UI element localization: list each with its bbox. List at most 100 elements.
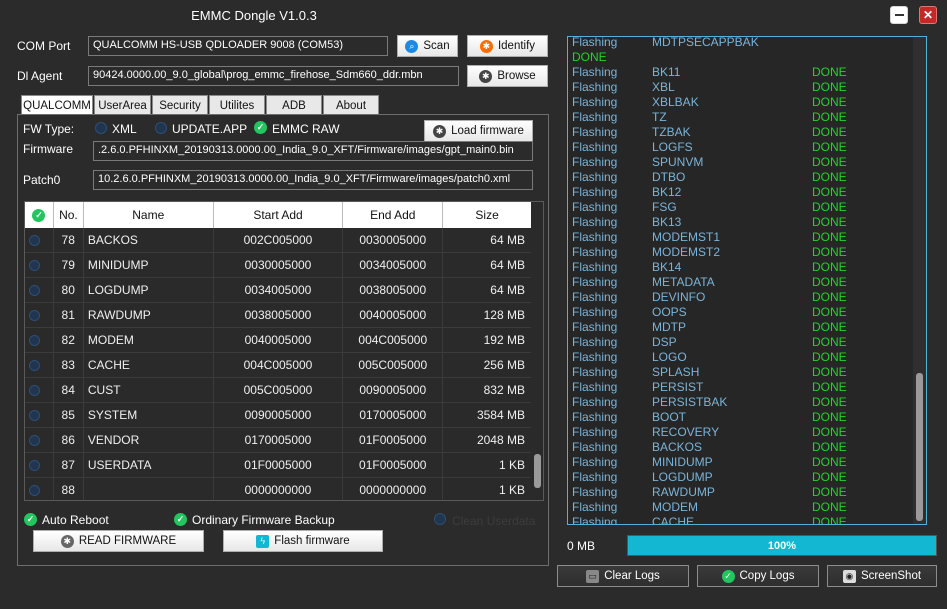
- row-checkbox[interactable]: [29, 284, 40, 296]
- browse-button[interactable]: ✱ Browse: [467, 65, 548, 87]
- window-title: EMMC Dongle V1.0.3: [191, 8, 317, 23]
- read-firmware-button[interactable]: ✱ READ FIRMWARE: [33, 530, 204, 552]
- log-text: DONE: [812, 500, 847, 514]
- flash-firmware-label: Flash firmware: [274, 535, 350, 547]
- screenshot-label: ScreenShot: [860, 570, 922, 582]
- check-icon: ✓: [721, 569, 735, 583]
- log-text: MINIDUMP: [652, 455, 713, 469]
- row-checkbox[interactable]: [29, 309, 40, 321]
- table-row[interactable]: 79 MINIDUMP 0030005000 0034005000 64 MB: [25, 252, 531, 278]
- column-no: No.: [54, 202, 84, 228]
- table-row[interactable]: 80 LOGDUMP 0034005000 0038005000 64 MB: [25, 277, 531, 303]
- log-text: DONE: [812, 170, 847, 184]
- xml-radio[interactable]: [95, 122, 107, 134]
- row-checkbox[interactable]: [29, 434, 40, 446]
- tab-security[interactable]: Security: [152, 95, 208, 115]
- log-text: DONE: [812, 185, 847, 199]
- log-text: BOOT: [652, 410, 687, 424]
- identify-button[interactable]: ✱ Identify: [467, 35, 548, 57]
- read-firmware-label: READ FIRMWARE: [78, 535, 177, 547]
- table-row[interactable]: 83 CACHE 004C005000 005C005000 256 MB: [25, 352, 531, 378]
- log-text: Flashing: [572, 140, 618, 154]
- copy-logs-button[interactable]: ✓ Copy Logs: [697, 565, 819, 587]
- log-text: DONE: [812, 395, 847, 409]
- log-text: DONE: [812, 155, 847, 169]
- tab-userarea[interactable]: UserArea: [94, 95, 151, 115]
- log-text: OOPS: [652, 305, 687, 319]
- scan-button[interactable]: ⌕ Scan: [397, 35, 458, 57]
- log-text: BK12: [652, 185, 682, 199]
- log-text: DONE: [812, 320, 847, 334]
- row-checkbox[interactable]: [29, 234, 40, 246]
- table-row[interactable]: 82 MODEM 0040005000 004C005000 192 MB: [25, 327, 531, 353]
- log-scrollbar[interactable]: [913, 37, 926, 524]
- log-text: Flashing: [572, 170, 618, 184]
- table-row[interactable]: 84 CUST 005C005000 0090005000 832 MB: [25, 377, 531, 403]
- log-text: Flashing: [572, 305, 618, 319]
- table-row[interactable]: 86 VENDOR 0170005000 01F0005000 2048 MB: [25, 427, 531, 453]
- log-scroll-thumb[interactable]: [916, 373, 923, 521]
- tab-about[interactable]: About: [323, 95, 379, 115]
- camera-icon: ◉: [842, 569, 856, 583]
- row-checkbox[interactable]: [29, 359, 40, 371]
- log-text: MDTP: [652, 320, 686, 334]
- clean-userdata-checkbox[interactable]: [434, 513, 446, 525]
- log-text: DONE: [812, 215, 847, 229]
- firmware-path[interactable]: .2.6.0.PFHINXM_20190313.0000.00_India_9.…: [93, 141, 533, 161]
- fw-type-label: FW Type:: [23, 122, 75, 136]
- row-checkbox[interactable]: [29, 259, 40, 271]
- row-checkbox[interactable]: [29, 334, 40, 346]
- table-row[interactable]: 87 USERDATA 01F0005000 01F0005000 1 KB: [25, 452, 531, 478]
- log-text: BK14: [652, 260, 682, 274]
- ordinary-backup-label: Ordinary Firmware Backup: [192, 513, 335, 527]
- log-text: LOGDUMP: [652, 470, 713, 484]
- emmc-raw-radio[interactable]: ✓: [254, 121, 267, 134]
- gear-icon: ✱: [60, 534, 74, 548]
- check-icon: ✓: [32, 208, 46, 222]
- select-all-header[interactable]: ✓: [25, 202, 54, 228]
- log-text: Flashing: [572, 500, 618, 514]
- auto-reboot-checkbox[interactable]: ✓: [24, 513, 37, 526]
- xml-radio-label: XML: [112, 122, 137, 136]
- table-row[interactable]: 78 BACKOS 002C005000 0030005000 64 MB: [25, 227, 531, 253]
- table-scroll-thumb[interactable]: [534, 454, 541, 488]
- log-text: DTBO: [652, 170, 686, 184]
- log-text: Flashing: [572, 440, 618, 454]
- auto-reboot-label: Auto Reboot: [42, 513, 109, 527]
- load-firmware-button[interactable]: ✱ Load firmware: [424, 120, 533, 142]
- row-checkbox[interactable]: [29, 409, 40, 421]
- table-row[interactable]: 81 RAWDUMP 0038005000 0040005000 128 MB: [25, 302, 531, 328]
- minimize-button[interactable]: [890, 6, 908, 24]
- log-text: DONE: [812, 350, 847, 364]
- ordinary-backup-checkbox[interactable]: ✓: [174, 513, 187, 526]
- patch0-path[interactable]: 10.2.6.0.PFHINXM_20190313.0000.00_India_…: [93, 170, 533, 190]
- progress-text: 100%: [767, 539, 797, 552]
- row-checkbox[interactable]: [29, 459, 40, 471]
- progress-bar: 100%: [627, 535, 937, 556]
- dl-agent-path[interactable]: 90424.0000.00_9.0_global\prog_emmc_fireh…: [88, 66, 459, 86]
- update-app-radio[interactable]: [155, 122, 167, 134]
- row-checkbox[interactable]: [29, 484, 40, 496]
- log-panel[interactable]: Flashing MDTPSECAPPBAK DONE Flashing BK11 DON…: [567, 36, 927, 525]
- flash-firmware-button[interactable]: ϟ Flash firmware: [223, 530, 383, 552]
- table-row[interactable]: 85 SYSTEM 0090005000 0170005000 3584 MB: [25, 402, 531, 428]
- load-firmware-label: Load firmware: [451, 125, 524, 137]
- log-text: DONE: [812, 110, 847, 124]
- tab-qualcomm[interactable]: QUALCOMM: [21, 95, 93, 115]
- table-scrollbar[interactable]: [531, 202, 543, 500]
- clear-logs-label: Clear Logs: [604, 570, 660, 582]
- log-text: XBL: [652, 80, 675, 94]
- close-button[interactable]: ✕: [919, 6, 937, 24]
- tab-adb[interactable]: ADB: [266, 95, 322, 115]
- clear-logs-button[interactable]: ▭ Clear Logs: [557, 565, 689, 587]
- row-checkbox[interactable]: [29, 384, 40, 396]
- table-row[interactable]: 88 0000000000 0000000000 1 KB: [25, 477, 531, 500]
- log-text: Flashing: [572, 275, 618, 289]
- log-text: Flashing: [572, 36, 618, 49]
- log-text: MODEM: [652, 500, 698, 514]
- screenshot-button[interactable]: ◉ ScreenShot: [827, 565, 937, 587]
- log-text: Flashing: [572, 455, 618, 469]
- minimize-icon: [894, 14, 904, 16]
- tab-utilites[interactable]: Utilites: [209, 95, 265, 115]
- com-port-select[interactable]: QUALCOMM HS-USB QDLOADER 9008 (COM53): [88, 36, 388, 56]
